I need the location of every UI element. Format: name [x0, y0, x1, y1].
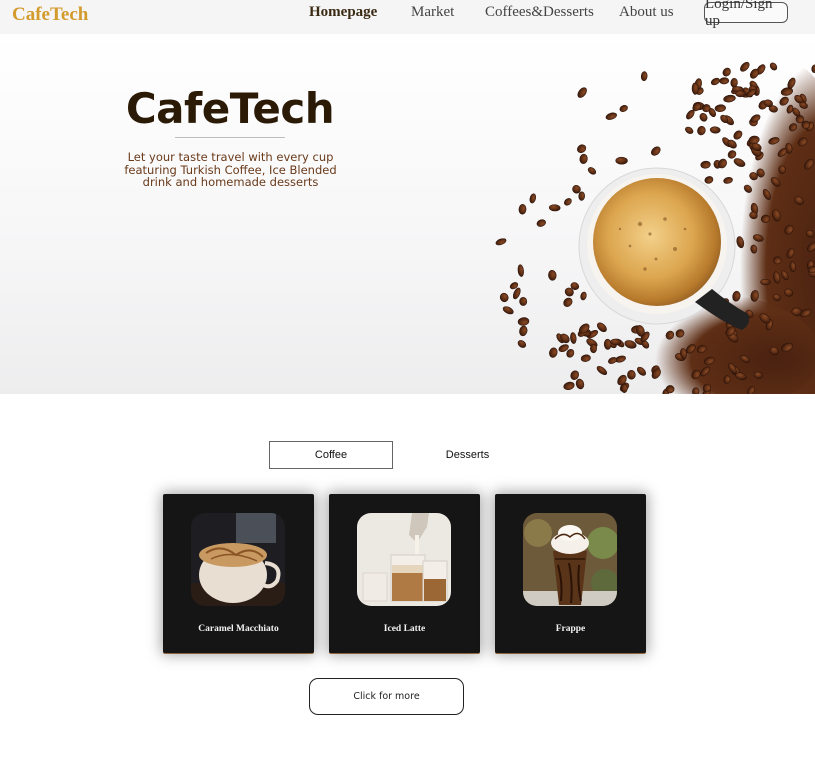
nav-link-about-us[interactable]: About us [619, 4, 674, 21]
coffee-bean [519, 325, 528, 337]
coffee-bean [605, 112, 617, 120]
coffee-bean [499, 292, 509, 303]
coffee-bean [699, 113, 708, 122]
coffee-bean [795, 115, 805, 124]
coffee-bean [548, 204, 561, 212]
coffee-bean [563, 381, 575, 390]
coffee-bean [517, 340, 527, 348]
coffee-bean [740, 61, 750, 72]
login-signup-button[interactable]: Login/Sign up [704, 0, 788, 29]
hero-title: CafeTech [125, 84, 335, 133]
brand-logo[interactable]: CafeTech [12, 4, 88, 26]
caramel-macchiato-image [191, 513, 285, 606]
coffee-bean [791, 307, 803, 316]
coffee-bean [580, 291, 587, 301]
coffee-bean [760, 278, 771, 286]
coffee-bean [651, 146, 661, 156]
frappe-image [523, 513, 617, 606]
coffee-bean [579, 153, 588, 164]
coffee-bean [811, 64, 815, 73]
coffee-bean [519, 296, 528, 306]
hero-subtitle-line: drink and homemade desserts [142, 175, 319, 189]
product-name: Caramel Macchiato [198, 624, 279, 634]
hero-banner: CafeTech Let your taste travel with ever… [0, 34, 815, 394]
coffee-bean [578, 191, 585, 201]
coffee-bean [529, 193, 537, 204]
coffee-bean [575, 378, 585, 390]
coffee-bean [517, 317, 530, 326]
coffee-bean [517, 264, 524, 277]
click-for-more-button[interactable]: Click for more [309, 678, 464, 715]
hero-subtitle-line: Let your taste travel with every cup [127, 150, 334, 164]
coffee-bean [587, 167, 597, 175]
coffee-bean [773, 256, 782, 265]
coffee-bean [548, 269, 557, 281]
coffee-bean [615, 156, 628, 165]
coffee-bean [570, 332, 577, 344]
hero-divider [175, 137, 285, 138]
nav-link-homepage[interactable]: Homepage [309, 4, 377, 21]
coffee-bean [536, 219, 546, 227]
product-card-caramel-macchiato[interactable]: Caramel Macchiato [163, 494, 314, 653]
hero-subtitle: Let your taste travel with every cup fea… [118, 151, 343, 189]
coffee-bean [619, 105, 628, 112]
coffee-bean [564, 198, 572, 206]
coffee-bean [697, 125, 706, 136]
coffee-bean [730, 77, 738, 88]
coffee-bean [685, 126, 694, 134]
coffee-bean [640, 71, 648, 82]
coffee-cup-and-beans-image [495, 59, 815, 394]
coffee-bean [580, 354, 591, 362]
product-name: Frappe [555, 624, 586, 634]
top-navbar: CafeTech Homepage Market Coffees&Dessert… [0, 0, 815, 34]
coffee-bean [621, 383, 628, 393]
coffee-bean [518, 204, 527, 215]
coffee-bean [735, 90, 746, 98]
coffee-bean [722, 67, 731, 77]
coffee-bean [577, 144, 587, 153]
coffee-bean [563, 297, 573, 307]
coffee-bean [577, 87, 587, 98]
nav-link-market[interactable]: Market [411, 4, 454, 21]
coffee-bean [714, 104, 726, 112]
coffee-bean [495, 238, 507, 246]
coffee-bean [710, 77, 720, 86]
tab-desserts[interactable]: Desserts [410, 441, 525, 469]
nav-link-coffees-desserts[interactable]: Coffees&Desserts [485, 4, 594, 21]
coffee-bean [719, 77, 730, 85]
product-card-frappe[interactable]: Frappe [495, 494, 646, 653]
coffee-bean [590, 343, 597, 354]
coffee-bean [502, 306, 514, 315]
coffee-bean [603, 338, 612, 350]
product-card-iced-latte[interactable]: Iced Latte [329, 494, 480, 653]
product-name: Iced Latte [383, 624, 426, 634]
tab-coffee[interactable]: Coffee [269, 441, 393, 469]
coffee-bean [549, 347, 558, 358]
iced-latte-image [357, 513, 451, 606]
